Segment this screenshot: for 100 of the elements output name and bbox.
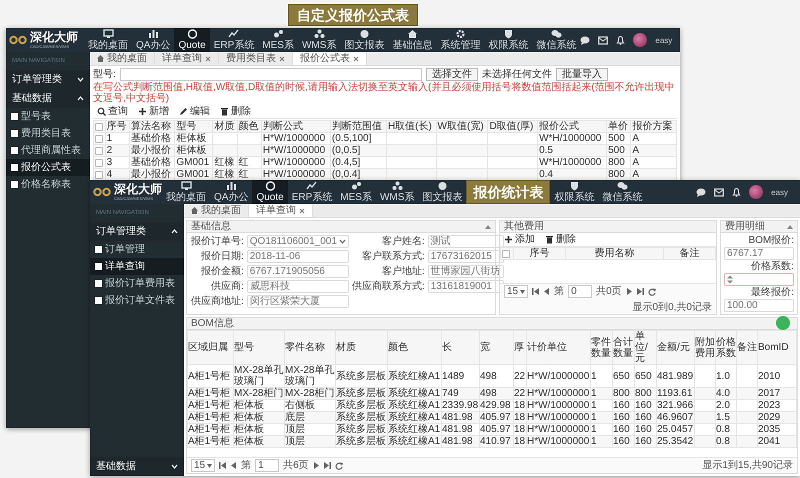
column-header: 宽 <box>480 330 514 364</box>
nav-menu-item[interactable]: 我的桌面 <box>84 28 132 52</box>
avatar-icon[interactable] <box>749 185 764 199</box>
nav-menu-item[interactable]: Quote <box>252 180 288 204</box>
previous-page-icon[interactable] <box>230 462 238 469</box>
nav-menu-item[interactable]: 微信系统 <box>532 28 580 52</box>
nav-menu-item[interactable]: 系统管理 <box>436 28 484 52</box>
input-field[interactable]: 6767.171905056 <box>246 265 349 278</box>
collapse-icon[interactable] <box>787 224 793 228</box>
field-label: 客户地址: <box>380 266 425 277</box>
page-size-select[interactable]: 15 <box>504 285 528 298</box>
next-page-icon[interactable] <box>626 288 633 295</box>
column-header: 费用名称 <box>566 248 664 260</box>
input-field[interactable]: 100.00 <box>724 299 794 312</box>
toolbar-button[interactable]: 查询 <box>93 105 132 118</box>
nav-menu-item[interactable]: 基础信息 <box>388 28 436 52</box>
nav-menu-item[interactable]: QA办公 <box>210 180 252 204</box>
sidebar-item[interactable]: 报价公式表 <box>6 159 90 176</box>
close-icon <box>205 56 211 62</box>
column-header: 判断范围值 <box>330 120 386 132</box>
input-field[interactable]: 2018-11-06 <box>246 250 349 263</box>
input-field[interactable]: 威思科技 <box>246 280 349 293</box>
toolbar-button[interactable]: 新增 <box>134 105 173 118</box>
sidebar-group[interactable]: 订单管理类 <box>90 222 184 241</box>
bell-icon[interactable] <box>732 187 742 197</box>
nav-menu-item[interactable]: 权限系统 <box>550 180 598 204</box>
page-input[interactable]: 0 <box>568 285 592 298</box>
nav-menu-item[interactable]: ERP系统 <box>288 180 336 204</box>
page-tab[interactable]: 详单查询 <box>249 204 313 217</box>
toolbar-button[interactable]: 删除 <box>216 105 255 118</box>
avatar-icon[interactable] <box>633 33 648 47</box>
import-button[interactable]: 批量导入 <box>556 68 608 81</box>
bell-icon[interactable] <box>616 35 626 45</box>
select-field[interactable]: QO181106001_001 <box>246 235 349 248</box>
chat-icon[interactable] <box>580 36 590 44</box>
refresh-icon[interactable] <box>648 288 656 296</box>
row-checkbox[interactable] <box>95 170 103 178</box>
row-checkbox[interactable] <box>95 146 103 154</box>
chat-icon[interactable] <box>696 188 706 196</box>
previous-page-icon[interactable] <box>543 288 550 295</box>
sidebar-item[interactable]: 价格名称表 <box>6 176 90 193</box>
nav-menu-item[interactable]: WMS系 <box>298 28 340 52</box>
nav-menu-item[interactable]: 权限系统 <box>484 28 532 52</box>
input-field[interactable]: 闵行区紫荣大厦 <box>246 295 349 308</box>
spinner-icon <box>727 275 733 284</box>
page-size-select[interactable]: 15 <box>191 459 216 472</box>
last-page-icon[interactable] <box>324 462 331 469</box>
nav-menu-item[interactable]: 微信系统 <box>598 180 646 204</box>
page-tab[interactable]: 报价公式表 <box>293 52 367 65</box>
nav-menu-item[interactable]: 我的桌面 <box>162 180 210 204</box>
page-icon <box>95 246 102 253</box>
collapse-icon[interactable] <box>485 224 491 228</box>
nav-menu-item[interactable]: 图文报表 <box>340 28 388 52</box>
toolbar-button[interactable]: 删除 <box>541 233 580 246</box>
sidebar-group[interactable]: 订单管理类 <box>6 70 90 89</box>
toolbar-button[interactable]: 编辑 <box>175 105 214 118</box>
sidebar-item[interactable]: 费用类目表 <box>6 125 90 142</box>
table-cell: 系统多层板 <box>336 388 388 400</box>
nav-menu-item[interactable]: QA办公 <box>132 28 174 52</box>
user-name[interactable]: easy <box>771 186 788 198</box>
nav-menu-item[interactable]: Quote <box>174 28 210 52</box>
input-field[interactable]: 世博家园八街坊 <box>428 265 504 278</box>
sidebar-item[interactable]: 报价订单文件表 <box>90 292 184 309</box>
refresh-icon[interactable] <box>334 462 343 470</box>
nav-menu-item[interactable]: MES系 <box>258 28 298 52</box>
file-button[interactable]: 选择文件 <box>426 68 478 81</box>
first-page-icon[interactable] <box>532 288 540 295</box>
sidebar-item[interactable]: 报价订单费用表 <box>90 275 184 292</box>
select-all-checkbox[interactable] <box>502 250 510 258</box>
number-field[interactable] <box>724 273 794 286</box>
page-icon <box>95 297 102 304</box>
binoculars-icon <box>93 187 111 197</box>
row-checkbox[interactable] <box>95 134 103 142</box>
input-field[interactable]: 6767.17 <box>724 247 794 260</box>
sidebar-group[interactable]: 基础数据 <box>6 89 90 108</box>
next-page-icon[interactable] <box>312 462 320 469</box>
nav-menu-item[interactable]: 图文报表 <box>418 180 466 204</box>
sidebar-item[interactable]: 代理商属性表 <box>6 142 90 159</box>
mail-icon[interactable] <box>598 36 608 44</box>
nav-menu-item[interactable]: WMS系 <box>376 180 418 204</box>
first-page-icon[interactable] <box>219 462 226 469</box>
page-input[interactable]: 1 <box>255 459 280 472</box>
nav-menu-item[interactable]: ERP系统 <box>210 28 258 52</box>
home-icon <box>97 55 104 62</box>
column-header: 颜色 <box>388 330 442 364</box>
last-page-icon[interactable] <box>636 288 644 295</box>
column-header: 序号 <box>105 120 130 132</box>
nav-menu-item[interactable]: MES系 <box>336 180 376 204</box>
sidebar-item[interactable]: 详单查询 <box>90 258 184 275</box>
sidebar-item[interactable]: 订单管理 <box>90 241 184 258</box>
mail-icon[interactable] <box>714 188 724 196</box>
select-all-checkbox[interactable] <box>95 122 103 130</box>
user-name[interactable]: easy <box>655 34 672 46</box>
input-field[interactable] <box>120 68 422 81</box>
row-checkbox[interactable] <box>95 158 103 166</box>
page-tab[interactable]: 详单查询 <box>155 52 219 65</box>
page-tab[interactable]: 我的桌面 <box>90 52 155 65</box>
sidebar-item[interactable]: 型号表 <box>6 108 90 125</box>
sidebar-group[interactable]: 基础数据 <box>90 457 184 476</box>
input-field[interactable]: 测试 <box>428 235 504 248</box>
